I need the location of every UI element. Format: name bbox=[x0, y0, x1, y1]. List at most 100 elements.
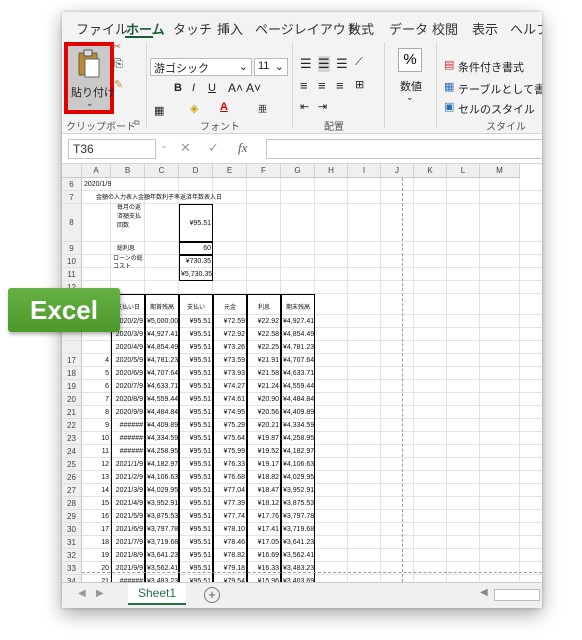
tab-data[interactable]: データ bbox=[389, 19, 428, 38]
fill-color-icon[interactable]: ◈ bbox=[190, 102, 198, 115]
row-header[interactable]: 23 bbox=[62, 432, 82, 445]
row-header[interactable]: 11 bbox=[62, 268, 82, 281]
conditional-format-button[interactable]: 条件付き書式 bbox=[458, 59, 524, 75]
tab-touch[interactable]: タッチ bbox=[173, 19, 212, 38]
row-header[interactable]: 25 bbox=[62, 458, 82, 471]
name-box[interactable]: T36 bbox=[68, 139, 156, 159]
table-cell[interactable]: 16 bbox=[84, 511, 109, 523]
outdent-icon[interactable]: ⇥ bbox=[318, 100, 327, 113]
tab-help[interactable]: ヘルプ bbox=[510, 19, 542, 38]
enter-icon[interactable]: ✓ bbox=[208, 140, 219, 156]
dialog-launcher-icon[interactable]: ⧉ bbox=[134, 118, 140, 128]
row-header[interactable]: 7 bbox=[62, 191, 82, 204]
align-bottom-icon[interactable]: ☰ bbox=[336, 56, 348, 72]
column-header-e[interactable]: E bbox=[213, 164, 247, 178]
cell-label[interactable]: 総利息 bbox=[117, 243, 147, 255]
formula-input[interactable] bbox=[266, 139, 542, 159]
cell-label[interactable]: ローンの総コスト bbox=[113, 255, 143, 271]
row-header[interactable]: 22 bbox=[62, 419, 82, 432]
cut-icon[interactable]: ✂ bbox=[112, 40, 121, 53]
font-color-icon[interactable]: A bbox=[220, 101, 228, 113]
column-header-k[interactable]: K bbox=[414, 164, 447, 178]
row-header[interactable]: 30 bbox=[62, 523, 82, 536]
table-cell[interactable]: 11 bbox=[84, 446, 109, 458]
prev-sheet-icon[interactable]: ◀ bbox=[78, 588, 86, 599]
tab-file[interactable]: ファイル bbox=[76, 19, 128, 38]
table-cell[interactable]: 20 bbox=[84, 563, 109, 575]
tab-formulas[interactable]: 数式 bbox=[348, 19, 374, 38]
paste-button[interactable]: 貼り付け ⌄ bbox=[64, 42, 115, 114]
column-header-l[interactable]: L bbox=[447, 164, 480, 178]
percent-icon[interactable]: % bbox=[398, 48, 422, 72]
column-header-m[interactable]: M bbox=[480, 164, 520, 178]
row-header[interactable]: 34 bbox=[62, 575, 82, 582]
row-header[interactable]: 29 bbox=[62, 510, 82, 523]
row-header[interactable]: 17 bbox=[62, 354, 82, 367]
row-header[interactable]: 24 bbox=[62, 445, 82, 458]
table-cell[interactable]: 10 bbox=[84, 433, 109, 445]
font-size-dropdown[interactable]: 11 ⌄ bbox=[254, 58, 288, 76]
column-header-i[interactable]: I bbox=[348, 164, 381, 178]
row-header[interactable]: 32 bbox=[62, 549, 82, 562]
table-cell[interactable]: 7 bbox=[84, 394, 109, 406]
row-header[interactable]: 19 bbox=[62, 380, 82, 393]
column-header-g[interactable]: G bbox=[281, 164, 315, 178]
chevron-down-icon[interactable]: ⌄ bbox=[160, 140, 168, 151]
row-header[interactable]: 21 bbox=[62, 406, 82, 419]
font-name-dropdown[interactable]: 游ゴシック ⌄ bbox=[150, 58, 252, 76]
table-cell[interactable]: 13 bbox=[84, 472, 109, 484]
tab-review[interactable]: 校閲 bbox=[432, 19, 458, 38]
table-cell[interactable]: 18 bbox=[84, 537, 109, 549]
indent-icon[interactable]: ⇤ bbox=[300, 100, 309, 113]
table-cell[interactable]: 15 bbox=[84, 498, 109, 510]
row-header[interactable]: 20 bbox=[62, 393, 82, 406]
cell-label[interactable]: 毎月の返済額支払回数 bbox=[117, 204, 141, 231]
table-cell[interactable]: 4 bbox=[84, 355, 109, 367]
column-header-h[interactable]: H bbox=[315, 164, 348, 178]
align-middle-icon[interactable]: ☰ bbox=[318, 56, 330, 72]
align-center-icon[interactable]: ≡ bbox=[318, 78, 326, 93]
column-header-d[interactable]: D bbox=[179, 164, 213, 178]
row-header[interactable]: 28 bbox=[62, 497, 82, 510]
horizontal-scrollbar[interactable] bbox=[494, 589, 540, 601]
column-header-f[interactable]: F bbox=[247, 164, 281, 178]
row-header[interactable]: 18 bbox=[62, 367, 82, 380]
worksheet-grid[interactable]: ABCDEFGHIJKLM678910111213171819202122232… bbox=[62, 164, 542, 582]
tab-page-layout[interactable]: ページレイアウト bbox=[255, 19, 359, 38]
align-left-icon[interactable]: ≡ bbox=[300, 78, 308, 93]
bold-button[interactable]: B bbox=[174, 82, 182, 94]
copy-icon[interactable]: ⎘ bbox=[114, 58, 123, 71]
cell-heading[interactable]: 金額の入力表入金額年数利子率返済年数表入日 bbox=[96, 192, 296, 204]
table-cell[interactable]: 8 bbox=[84, 407, 109, 419]
merge-icon[interactable]: ⊞ bbox=[355, 78, 364, 91]
cell-a6[interactable]: 2020/1/9 bbox=[84, 179, 128, 191]
row-header[interactable]: 26 bbox=[62, 471, 82, 484]
row-header[interactable]: 6 bbox=[62, 178, 82, 191]
column-header-b[interactable]: B bbox=[111, 164, 145, 178]
format-painter-icon[interactable]: ✎ bbox=[114, 78, 123, 91]
select-all-corner[interactable] bbox=[62, 164, 82, 178]
format-as-table-button[interactable]: テーブルとして書式設定 bbox=[458, 81, 542, 97]
italic-button[interactable]: I bbox=[192, 82, 195, 94]
row-header[interactable]: 27 bbox=[62, 484, 82, 497]
tab-insert[interactable]: 挿入 bbox=[217, 19, 243, 38]
underline-button[interactable]: U bbox=[208, 82, 216, 94]
row-header[interactable]: 8 bbox=[62, 204, 82, 242]
cancel-icon[interactable]: ✕ bbox=[180, 140, 191, 156]
column-header-a[interactable]: A bbox=[82, 164, 111, 178]
cell-styles-button[interactable]: セルのスタイル bbox=[458, 101, 535, 117]
insert-function-icon[interactable]: fx bbox=[238, 140, 247, 156]
table-cell[interactable]: 5 bbox=[84, 368, 109, 380]
table-cell[interactable]: 19 bbox=[84, 550, 109, 562]
next-sheet-icon[interactable]: ▶ bbox=[96, 588, 104, 599]
table-cell[interactable]: 14 bbox=[84, 485, 109, 497]
sheet-tab-sheet1[interactable]: Sheet1 bbox=[128, 583, 186, 605]
row-header[interactable]: 33 bbox=[62, 562, 82, 575]
orientation-icon[interactable]: ⟋ bbox=[355, 56, 363, 69]
table-cell[interactable]: 17 bbox=[84, 524, 109, 536]
column-header-j[interactable]: J bbox=[381, 164, 414, 178]
table-cell[interactable]: 6 bbox=[84, 381, 109, 393]
row-header[interactable] bbox=[62, 341, 82, 354]
scroll-left-icon[interactable]: ◀ bbox=[480, 587, 488, 598]
phonetic-icon[interactable]: 亜 bbox=[258, 102, 267, 115]
